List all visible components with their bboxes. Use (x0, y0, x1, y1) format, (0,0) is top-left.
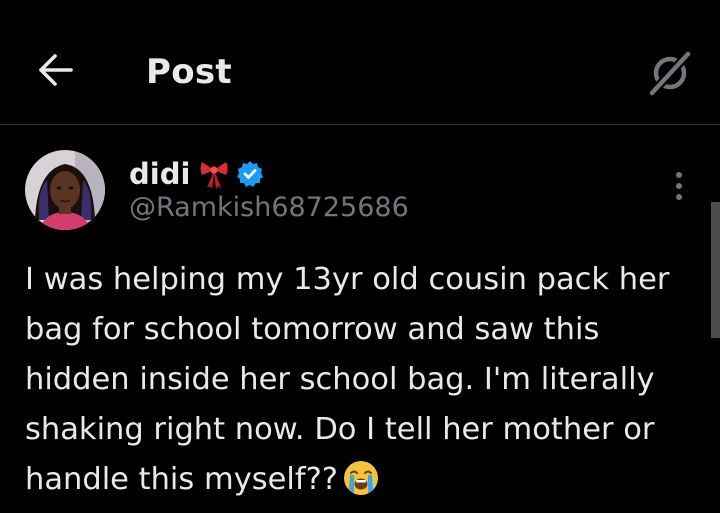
post-text-line: shaking right now. Do I tell her mother … (25, 412, 655, 447)
author-line[interactable]: didi (129, 154, 264, 194)
post-text-line: handle this myself?? (25, 462, 338, 497)
post-text: I was helping my 13yr old cousin pack he… (25, 255, 711, 505)
more-options-button[interactable] (664, 166, 694, 206)
arrow-left-icon (39, 54, 73, 86)
back-button[interactable] (30, 50, 80, 90)
avatar-image (25, 150, 105, 230)
author-name[interactable]: didi (129, 157, 190, 191)
post-text-line: I was helping my 13yr old cousin pack he… (25, 262, 670, 297)
author-handle[interactable]: @Ramkish68725686 (129, 192, 409, 223)
avatar[interactable] (25, 150, 105, 230)
post-text-line: hidden inside her school bag. I'm litera… (25, 362, 655, 397)
post-text-line: bag for school tomorrow and saw this (25, 312, 600, 347)
page-title: Post (146, 52, 232, 92)
grok-icon (647, 49, 693, 98)
top-app-bar: Post (0, 0, 720, 125)
post-card[interactable]: didi @Ramkish68725686 I was helping my 1… (0, 126, 720, 497)
scrollbar-thumb[interactable] (711, 202, 720, 338)
vertical-ellipsis-icon (676, 172, 682, 200)
loudly-crying-face-icon (342, 459, 380, 497)
grok-button[interactable] (644, 48, 696, 98)
post-text-last-line: handle this myself?? (25, 455, 711, 505)
ribbon-bow-icon (198, 158, 230, 190)
verified-badge-icon[interactable] (236, 160, 264, 188)
